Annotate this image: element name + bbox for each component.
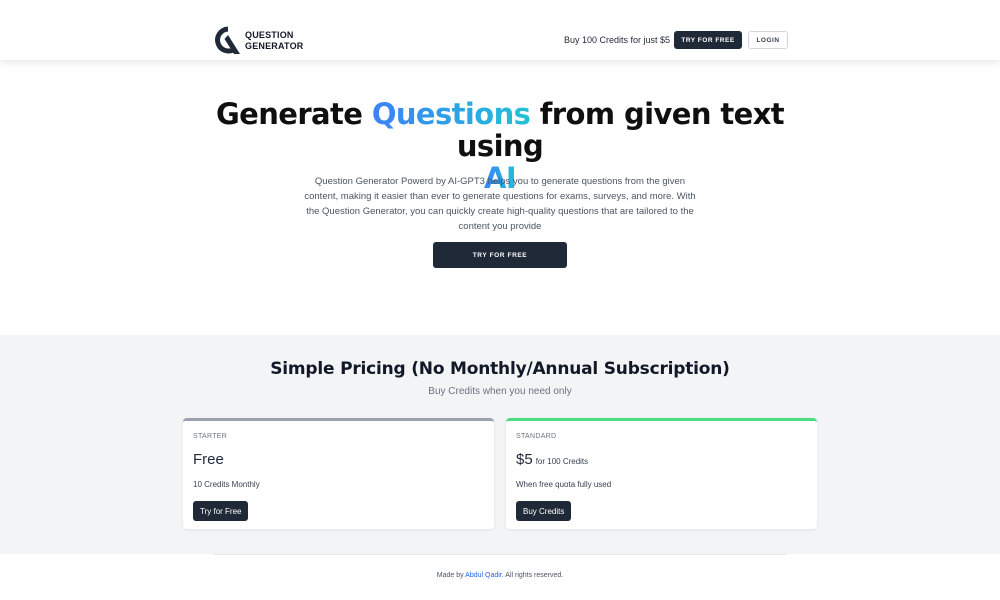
hero-try-free-button[interactable]: TRY FOR FREE	[433, 242, 567, 268]
hero-title-highlight-questions: Questions	[371, 97, 531, 131]
footer-suffix: . All rights reserved.	[501, 572, 564, 579]
login-button[interactable]: LOGIN	[748, 31, 788, 49]
footer-divider	[213, 554, 787, 555]
logo-line-2: GENERATOR	[245, 41, 304, 51]
footer-prefix: Made by	[436, 572, 466, 579]
hero-title-part-1: Generate	[215, 97, 372, 131]
plan-card-standard: STANDARD $5 for 100 Credits When free quo…	[506, 418, 817, 529]
author-link[interactable]: Abdul Qadir	[465, 572, 502, 579]
plan-note: 10 Credits Monthly	[193, 480, 260, 489]
logo-line-1: QUESTION	[245, 30, 294, 40]
brand-logo[interactable]: QUESTION GENERATOR	[213, 26, 303, 56]
footer: Made by Abdul Qadir. All rights reserved…	[0, 572, 1000, 579]
top-navbar: QUESTION GENERATOR Buy 100 Credits for j…	[0, 0, 1000, 60]
plan-price-value: Free	[193, 451, 224, 468]
plan-price: $5 for 100 Credits	[516, 451, 588, 468]
plan-price-value: $5	[516, 451, 533, 468]
plan-card-starter: STARTER Free 10 Credits Monthly Try for …	[183, 418, 494, 529]
plan-name: STARTER	[193, 433, 228, 440]
promo-text: Buy 100 Credits for just $5	[564, 35, 671, 45]
pricing-subtitle: Buy Credits when you need only	[428, 386, 572, 397]
plan-name: STANDARD	[516, 433, 557, 440]
logo-q-icon	[215, 26, 240, 54]
header-try-free-button[interactable]: TRY FOR FREE	[674, 31, 742, 49]
pricing-title: Simple Pricing (No Monthly/Annual Subscr…	[270, 359, 730, 379]
plan-note: When free quota fully used	[516, 480, 612, 489]
logo-wordmark: QUESTION GENERATOR	[245, 30, 303, 52]
try-for-free-button[interactable]: Try for Free	[193, 501, 249, 521]
hero-description: Question Generator Powerd by AI-GPT3 hel…	[304, 176, 696, 232]
pricing-section: Simple Pricing (No Monthly/Annual Subscr…	[0, 335, 1000, 554]
buy-credits-button[interactable]: Buy Credits	[516, 501, 572, 521]
plan-price: Free	[193, 451, 224, 468]
plan-price-suffix: for 100 Credits	[535, 457, 589, 466]
